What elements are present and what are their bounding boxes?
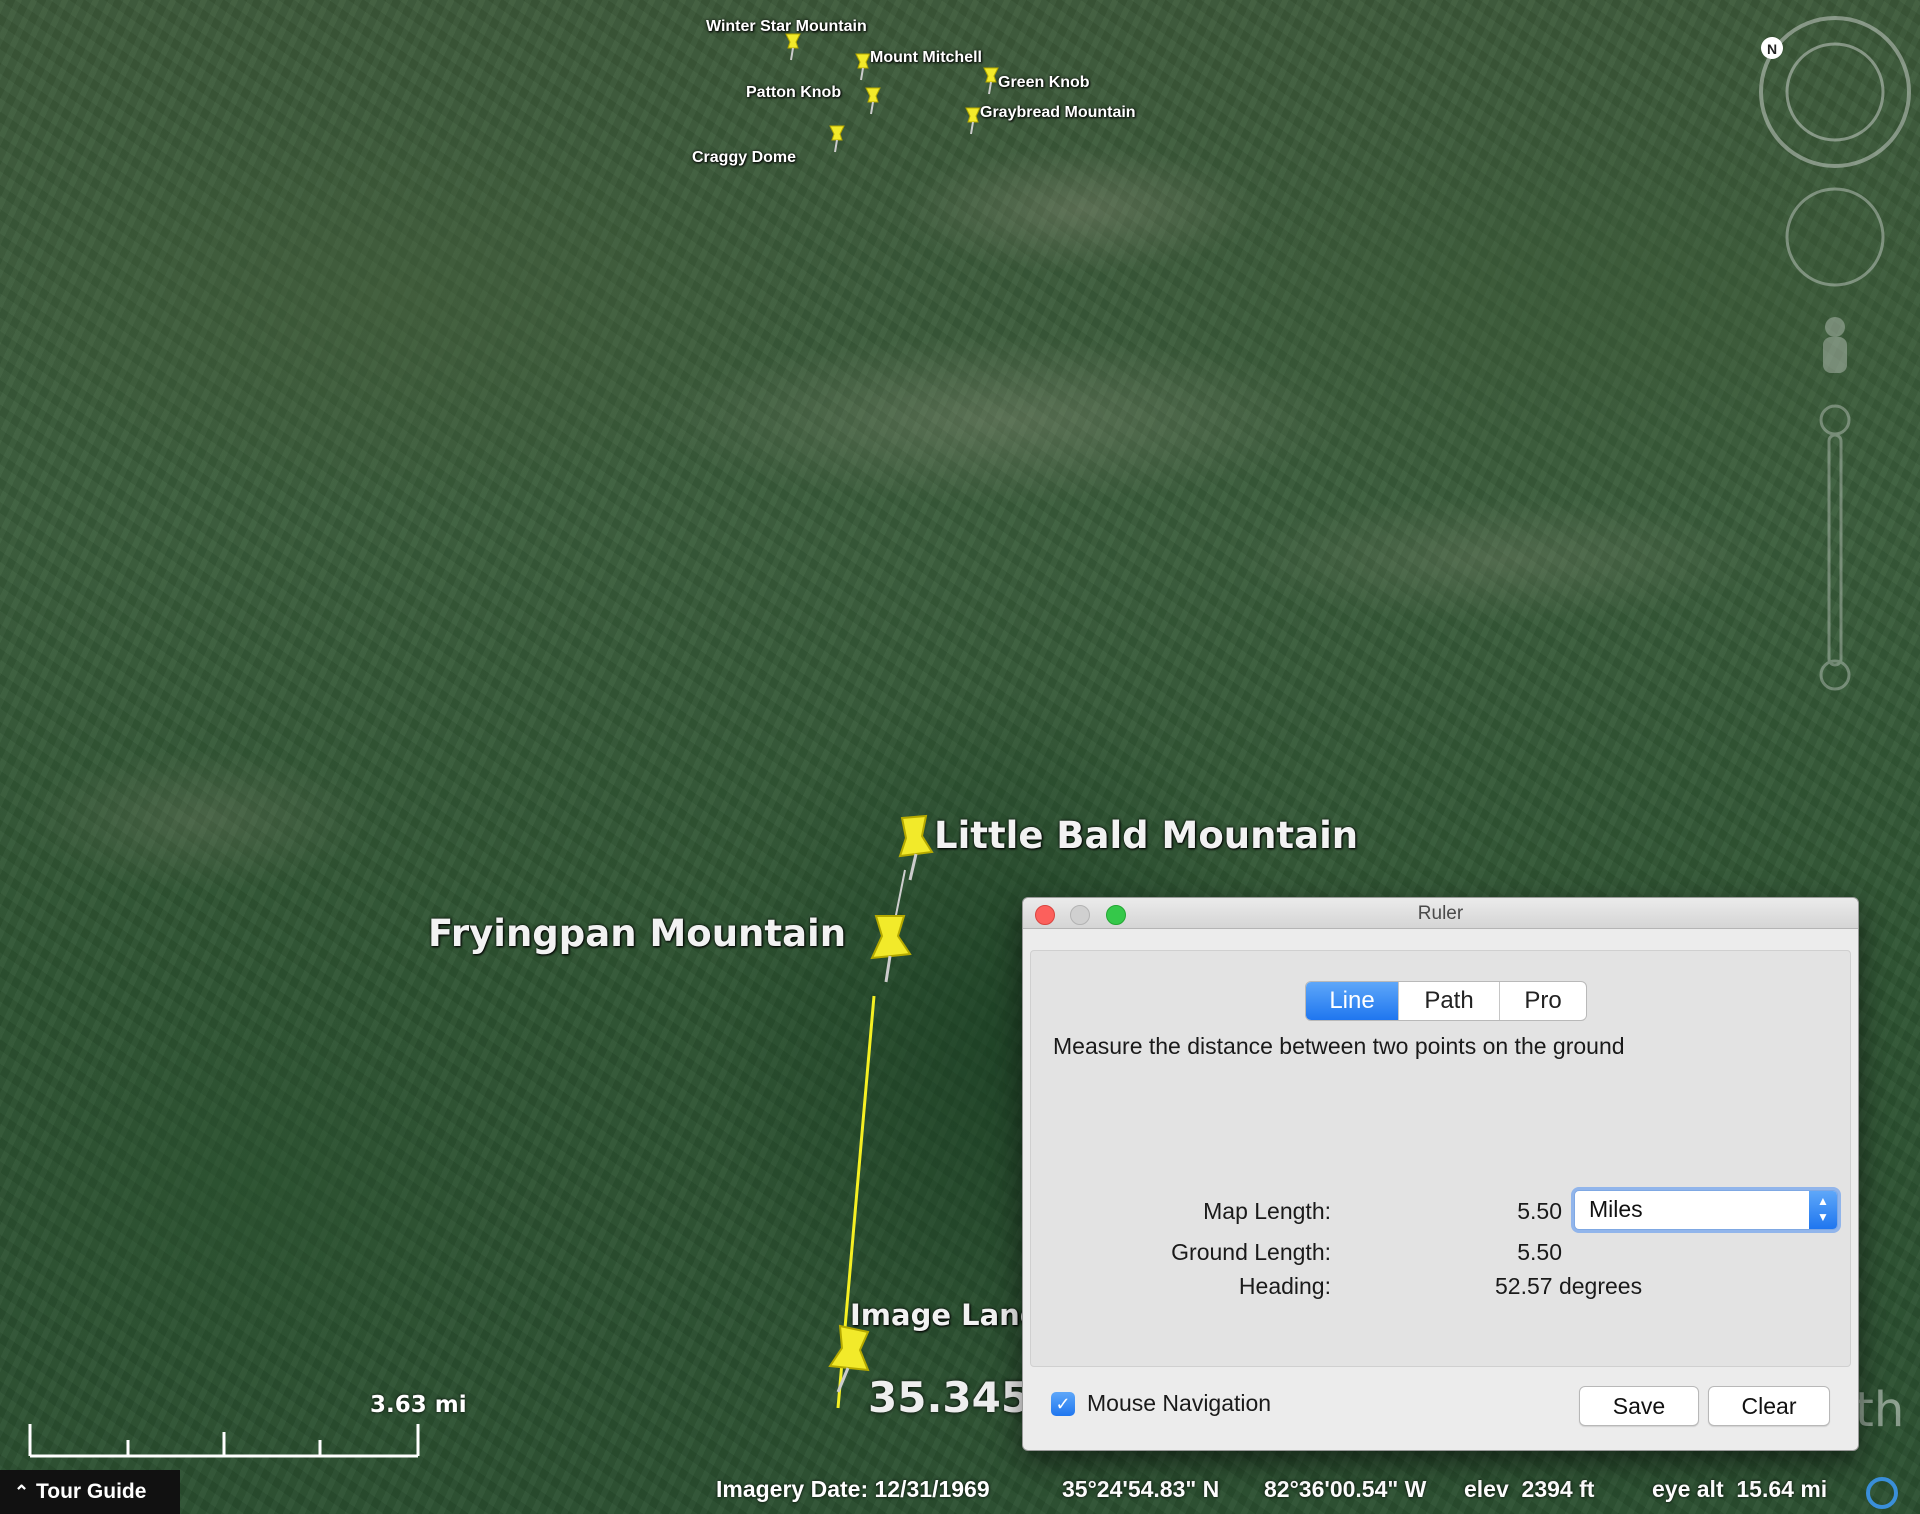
pushpin-icon[interactable] <box>782 32 804 62</box>
placemark-label-patton-knob[interactable]: Patton Knob <box>746 84 841 102</box>
elevation-readout: elev 2394 ft <box>1464 1476 1595 1502</box>
tab-pro[interactable]: Pro <box>1499 982 1586 1020</box>
ruler-title: Ruler <box>1417 903 1464 924</box>
map-length-value: 5.50 <box>1517 1198 1562 1224</box>
imagery-date: Imagery Date: 12/31/1969 <box>716 1476 990 1502</box>
latitude-readout: 35°24'54.83" N <box>1062 1476 1220 1502</box>
scale-label: 3.63 mi <box>370 1392 467 1418</box>
units-select[interactable]: Miles ▲ ▼ <box>1574 1190 1838 1230</box>
heading-value: 52.57 degrees <box>1495 1273 1685 1300</box>
clear-button[interactable]: Clear <box>1708 1386 1830 1426</box>
watermark-fragment: th <box>1855 1382 1905 1438</box>
placemark-label-winter-star-mountain[interactable]: Winter Star Mountain <box>706 18 867 36</box>
chevron-updown-icon[interactable]: ▲ ▼ <box>1809 1191 1837 1229</box>
heading-value-text: 52.57 degrees <box>1495 1273 1643 1299</box>
pushpin-icon[interactable] <box>862 912 920 984</box>
navigation-controls[interactable]: N <box>1755 15 1915 695</box>
map-length-label: Map Length: <box>1203 1198 1331 1224</box>
zoom-slider[interactable] <box>1819 404 1851 691</box>
ground-length-label: Ground Length: <box>1171 1239 1331 1265</box>
placemark-label-green-knob[interactable]: Green Knob <box>998 74 1090 92</box>
eye-altitude-readout: eye alt 15.64 mi <box>1652 1476 1828 1502</box>
tour-guide-label: Tour Guide <box>36 1480 147 1503</box>
scale-legend <box>28 1424 420 1458</box>
mouse-navigation-label: Mouse Navigation <box>1087 1390 1272 1416</box>
pushpin-icon[interactable] <box>862 86 884 116</box>
save-button[interactable]: Save <box>1579 1386 1699 1426</box>
placemark-label-little-bald-mountain[interactable]: Little Bald Mountain <box>934 814 1358 857</box>
ruler-panel: Line Path Pro Measure the distance betwe… <box>1030 950 1851 1367</box>
longitude-readout: 82°36'00.54" W <box>1264 1476 1427 1502</box>
look-joystick[interactable] <box>1759 16 1911 168</box>
move-joystick[interactable] <box>1785 187 1885 287</box>
placemark-label-fryingpan-mountain[interactable]: Fryingpan Mountain <box>428 912 846 955</box>
streaming-status-icon <box>1866 1477 1898 1509</box>
chevron-up-icon: ⌃ <box>14 1482 30 1502</box>
ruler-description: Measure the distance between two points … <box>1053 1033 1625 1059</box>
pushpin-icon[interactable] <box>826 124 848 154</box>
units-selected-value: Miles <box>1589 1196 1643 1222</box>
placemark-label-craggy-dome[interactable]: Craggy Dome <box>692 149 796 167</box>
ruler-tabs: Line Path Pro <box>1305 981 1587 1021</box>
svg-text:N: N <box>1767 41 1777 57</box>
street-view-pegman-icon[interactable] <box>1823 317 1847 373</box>
tour-guide-button[interactable]: ⌃ Tour Guide <box>0 1470 180 1514</box>
placemark-label-graybread-mountain[interactable]: Graybread Mountain <box>980 104 1136 122</box>
ruler-dialog: Ruler Line Path Pro Measure the distance… <box>1022 897 1859 1451</box>
tab-path[interactable]: Path <box>1398 982 1499 1020</box>
ground-length-value: 5.50 <box>1517 1239 1562 1265</box>
checkmark-icon[interactable]: ✓ <box>1051 1392 1075 1416</box>
placemark-label-mount-mitchell[interactable]: Mount Mitchell <box>870 49 982 67</box>
ruler-titlebar[interactable]: Ruler <box>1023 898 1858 929</box>
tab-line[interactable]: Line <box>1306 982 1398 1020</box>
heading-label: Heading: <box>1238 1273 1331 1299</box>
